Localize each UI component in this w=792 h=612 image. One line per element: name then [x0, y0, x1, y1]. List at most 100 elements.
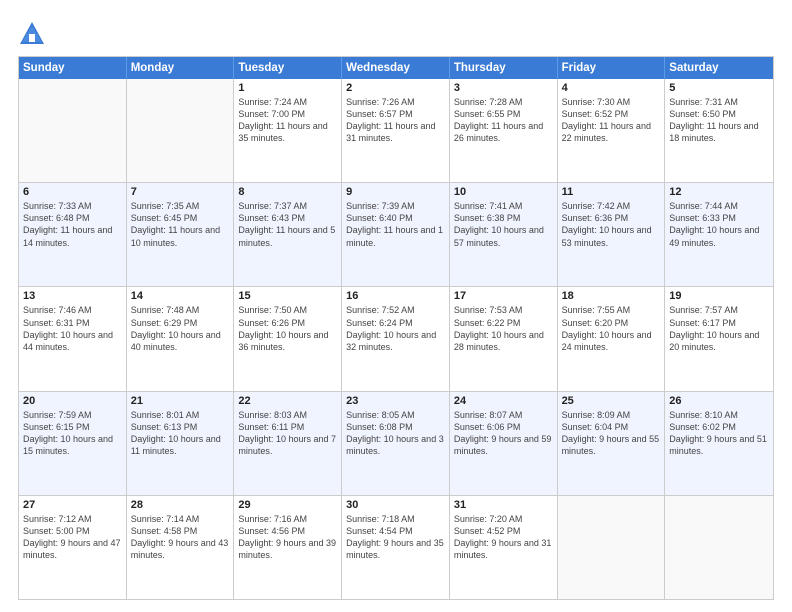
cell-info: Sunrise: 7:30 AMSunset: 6:52 PMDaylight:…	[562, 96, 661, 145]
cell-info: Sunrise: 7:39 AMSunset: 6:40 PMDaylight:…	[346, 200, 445, 249]
calendar: SundayMondayTuesdayWednesdayThursdayFrid…	[18, 56, 774, 600]
calendar-cell-r1c6: 12 Sunrise: 7:44 AMSunset: 6:33 PMDayligh…	[665, 183, 773, 286]
cell-info: Sunrise: 7:52 AMSunset: 6:24 PMDaylight:…	[346, 304, 445, 353]
calendar-cell-r4c4: 31 Sunrise: 7:20 AMSunset: 4:52 PMDayligh…	[450, 496, 558, 599]
calendar-header: SundayMondayTuesdayWednesdayThursdayFrid…	[19, 57, 773, 79]
day-number: 22	[238, 395, 337, 407]
day-number: 18	[562, 290, 661, 302]
cell-info: Sunrise: 8:09 AMSunset: 6:04 PMDaylight:…	[562, 409, 661, 458]
calendar-cell-r1c3: 9 Sunrise: 7:39 AMSunset: 6:40 PMDaylight…	[342, 183, 450, 286]
day-number: 8	[238, 186, 337, 198]
cell-info: Sunrise: 7:46 AMSunset: 6:31 PMDaylight:…	[23, 304, 122, 353]
calendar-cell-r4c2: 29 Sunrise: 7:16 AMSunset: 4:56 PMDayligh…	[234, 496, 342, 599]
logo	[18, 20, 50, 48]
day-number: 29	[238, 499, 337, 511]
calendar-cell-r0c2: 1Sunrise: 7:24 AMSunset: 7:00 PMDaylight…	[234, 79, 342, 182]
day-number: 25	[562, 395, 661, 407]
cell-info: Sunrise: 7:44 AMSunset: 6:33 PMDaylight:…	[669, 200, 769, 249]
calendar-cell-r0c3: 2Sunrise: 7:26 AMSunset: 6:57 PMDaylight…	[342, 79, 450, 182]
day-number: 24	[454, 395, 553, 407]
cell-info: Sunrise: 7:48 AMSunset: 6:29 PMDaylight:…	[131, 304, 230, 353]
calendar-cell-r0c6: 5 Sunrise: 7:31 AMSunset: 6:50 PMDaylight…	[665, 79, 773, 182]
calendar-cell-r3c2: 22Sunrise: 8:03 AMSunset: 6:11 PMDayligh…	[234, 392, 342, 495]
calendar-row-2: 13 Sunrise: 7:46 AMSunset: 6:31 PMDayligh…	[19, 287, 773, 391]
day-number: 16	[346, 290, 445, 302]
calendar-cell-r4c6	[665, 496, 773, 599]
cell-info: Sunrise: 7:20 AMSunset: 4:52 PMDaylight:…	[454, 513, 553, 562]
header-day-thursday: Thursday	[450, 57, 558, 79]
calendar-cell-r4c1: 28 Sunrise: 7:14 AMSunset: 4:58 PMDayligh…	[127, 496, 235, 599]
cell-info: Sunrise: 7:37 AMSunset: 6:43 PMDaylight:…	[238, 200, 337, 249]
cell-info: Sunrise: 7:16 AMSunset: 4:56 PMDaylight:…	[238, 513, 337, 562]
day-number: 3	[454, 82, 553, 94]
day-number: 13	[23, 290, 122, 302]
day-number: 9	[346, 186, 445, 198]
day-number: 17	[454, 290, 553, 302]
calendar-cell-r2c3: 16 Sunrise: 7:52 AMSunset: 6:24 PMDayligh…	[342, 287, 450, 390]
day-number: 30	[346, 499, 445, 511]
cell-info: Sunrise: 7:57 AMSunset: 6:17 PMDaylight:…	[669, 304, 769, 353]
header-day-saturday: Saturday	[665, 57, 773, 79]
calendar-cell-r1c4: 10 Sunrise: 7:41 AMSunset: 6:38 PMDayligh…	[450, 183, 558, 286]
cell-info: Sunrise: 7:28 AMSunset: 6:55 PMDaylight:…	[454, 96, 553, 145]
day-number: 4	[562, 82, 661, 94]
day-number: 15	[238, 290, 337, 302]
calendar-cell-r0c4: 3 Sunrise: 7:28 AMSunset: 6:55 PMDaylight…	[450, 79, 558, 182]
day-number: 28	[131, 499, 230, 511]
cell-info: Sunrise: 7:18 AMSunset: 4:54 PMDaylight:…	[346, 513, 445, 562]
day-number: 12	[669, 186, 769, 198]
cell-info: Sunrise: 7:50 AMSunset: 6:26 PMDaylight:…	[238, 304, 337, 353]
calendar-cell-r1c0: 6 Sunrise: 7:33 AMSunset: 6:48 PMDaylight…	[19, 183, 127, 286]
calendar-cell-r2c5: 18 Sunrise: 7:55 AMSunset: 6:20 PMDayligh…	[558, 287, 666, 390]
header-day-monday: Monday	[127, 57, 235, 79]
header-day-wednesday: Wednesday	[342, 57, 450, 79]
cell-info: Sunrise: 7:59 AMSunset: 6:15 PMDaylight:…	[23, 409, 122, 458]
calendar-cell-r4c5	[558, 496, 666, 599]
calendar-cell-r1c2: 8 Sunrise: 7:37 AMSunset: 6:43 PMDaylight…	[234, 183, 342, 286]
cell-info: Sunrise: 7:33 AMSunset: 6:48 PMDaylight:…	[23, 200, 122, 249]
calendar-cell-r3c1: 21 Sunrise: 8:01 AMSunset: 6:13 PMDayligh…	[127, 392, 235, 495]
header-day-friday: Friday	[558, 57, 666, 79]
header	[18, 16, 774, 48]
calendar-cell-r2c0: 13 Sunrise: 7:46 AMSunset: 6:31 PMDayligh…	[19, 287, 127, 390]
logo-icon	[18, 20, 46, 48]
day-number: 6	[23, 186, 122, 198]
day-number: 21	[131, 395, 230, 407]
day-number: 10	[454, 186, 553, 198]
cell-info: Sunrise: 7:12 AMSunset: 5:00 PMDaylight:…	[23, 513, 122, 562]
cell-info: Sunrise: 8:07 AMSunset: 6:06 PMDaylight:…	[454, 409, 553, 458]
cell-info: Sunrise: 7:14 AMSunset: 4:58 PMDaylight:…	[131, 513, 230, 562]
cell-info: Sunrise: 7:42 AMSunset: 6:36 PMDaylight:…	[562, 200, 661, 249]
day-number: 11	[562, 186, 661, 198]
day-number: 14	[131, 290, 230, 302]
day-number: 31	[454, 499, 553, 511]
cell-info: Sunrise: 8:10 AMSunset: 6:02 PMDaylight:…	[669, 409, 769, 458]
calendar-cell-r2c2: 15 Sunrise: 7:50 AMSunset: 6:26 PMDayligh…	[234, 287, 342, 390]
cell-info: Sunrise: 7:26 AMSunset: 6:57 PMDaylight:…	[346, 96, 445, 145]
cell-info: Sunrise: 8:01 AMSunset: 6:13 PMDaylight:…	[131, 409, 230, 458]
calendar-row-1: 6 Sunrise: 7:33 AMSunset: 6:48 PMDaylight…	[19, 183, 773, 287]
calendar-cell-r4c0: 27 Sunrise: 7:12 AMSunset: 5:00 PMDayligh…	[19, 496, 127, 599]
calendar-cell-r0c1	[127, 79, 235, 182]
header-day-tuesday: Tuesday	[234, 57, 342, 79]
calendar-cell-r3c5: 25 Sunrise: 8:09 AMSunset: 6:04 PMDayligh…	[558, 392, 666, 495]
calendar-row-3: 20Sunrise: 7:59 AMSunset: 6:15 PMDayligh…	[19, 392, 773, 496]
day-number: 27	[23, 499, 122, 511]
calendar-cell-r2c6: 19Sunrise: 7:57 AMSunset: 6:17 PMDayligh…	[665, 287, 773, 390]
calendar-cell-r0c0	[19, 79, 127, 182]
day-number: 5	[669, 82, 769, 94]
day-number: 7	[131, 186, 230, 198]
page: SundayMondayTuesdayWednesdayThursdayFrid…	[0, 0, 792, 612]
calendar-cell-r2c4: 17Sunrise: 7:53 AMSunset: 6:22 PMDayligh…	[450, 287, 558, 390]
day-number: 23	[346, 395, 445, 407]
calendar-cell-r0c5: 4 Sunrise: 7:30 AMSunset: 6:52 PMDaylight…	[558, 79, 666, 182]
cell-info: Sunrise: 7:55 AMSunset: 6:20 PMDaylight:…	[562, 304, 661, 353]
calendar-cell-r2c1: 14 Sunrise: 7:48 AMSunset: 6:29 PMDayligh…	[127, 287, 235, 390]
cell-info: Sunrise: 7:41 AMSunset: 6:38 PMDaylight:…	[454, 200, 553, 249]
cell-info: Sunrise: 7:31 AMSunset: 6:50 PMDaylight:…	[669, 96, 769, 145]
calendar-cell-r1c1: 7Sunrise: 7:35 AMSunset: 6:45 PMDaylight…	[127, 183, 235, 286]
calendar-body: 1Sunrise: 7:24 AMSunset: 7:00 PMDaylight…	[19, 79, 773, 599]
cell-info: Sunrise: 8:05 AMSunset: 6:08 PMDaylight:…	[346, 409, 445, 458]
calendar-cell-r3c3: 23 Sunrise: 8:05 AMSunset: 6:08 PMDayligh…	[342, 392, 450, 495]
calendar-cell-r4c3: 30 Sunrise: 7:18 AMSunset: 4:54 PMDayligh…	[342, 496, 450, 599]
